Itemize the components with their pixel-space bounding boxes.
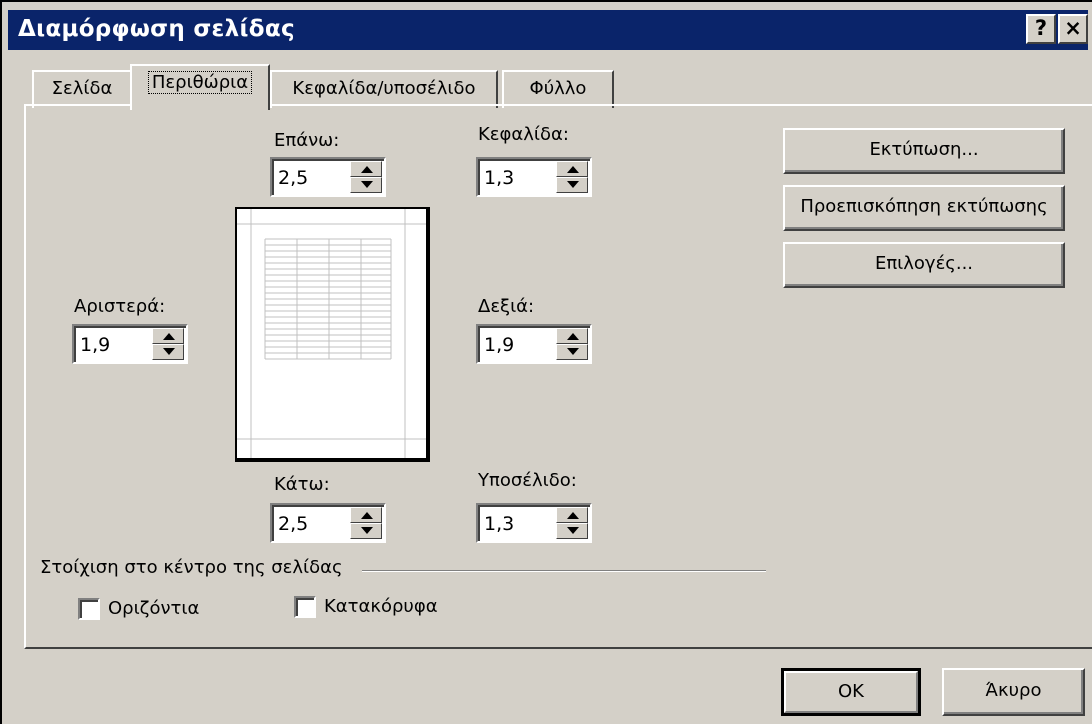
bottom-margin-value: 2,5 [278,513,309,535]
vertical-checkbox[interactable] [294,596,316,618]
page-preview [235,207,430,462]
footer-margin-label: Υποσέλιδο: [478,470,577,491]
tab-header-footer[interactable]: Κεφαλίδα/υποσέλιδο [270,70,498,108]
options-button[interactable]: Επιλογές... [783,242,1065,288]
page-setup-dialog: Διαμόρφωση σελίδας ? × Σελίδα Περιθώρια … [0,0,1092,724]
spin-down-icon[interactable] [350,523,382,539]
title-bar: Διαμόρφωση σελίδας ? × [8,10,1088,50]
tab-header-footer-label: Κεφαλίδα/υποσέλιδο [292,78,476,99]
header-margin-label: Κεφαλίδα: [478,124,569,145]
spin-up-icon[interactable] [152,328,184,344]
spin-up-icon[interactable] [556,507,588,523]
tab-margins-label: Περιθώρια [147,71,253,94]
header-margin-spinner[interactable]: 1,3 [476,157,592,197]
left-margin-spinner[interactable]: 1,9 [72,324,188,364]
footer-margin-spinner[interactable]: 1,3 [476,503,592,543]
help-button[interactable]: ? [1026,14,1056,44]
spin-down-icon[interactable] [556,177,588,193]
spin-down-icon[interactable] [556,523,588,539]
spin-down-icon[interactable] [350,177,382,193]
center-on-page-label: Στοίχιση στο κέντρο της σελίδας [40,557,343,578]
top-margin-spinner[interactable]: 2,5 [270,157,386,197]
print-preview-button[interactable]: Προεπισκόπηση εκτύπωσης [783,185,1065,231]
tab-margins[interactable]: Περιθώρια [130,64,270,110]
page-preview-graphic [237,209,426,458]
footer-margin-value: 1,3 [484,513,515,535]
center-group-divider [362,570,766,572]
left-margin-value: 1,9 [80,334,111,356]
vertical-label[interactable]: Κατακόρυφα [324,596,438,617]
header-margin-value: 1,3 [484,167,515,189]
right-margin-value: 1,9 [484,334,515,356]
right-margin-label: Δεξιά: [478,296,535,317]
left-margin-label: Αριστερά: [74,296,166,317]
spin-up-icon[interactable] [350,507,382,523]
tab-page[interactable]: Σελίδα [32,70,132,108]
top-margin-value: 2,5 [278,167,309,189]
bottom-margin-label: Κάτω: [274,474,330,495]
spin-down-icon[interactable] [152,344,184,360]
tab-page-label: Σελίδα [51,78,113,99]
bottom-margin-spinner[interactable]: 2,5 [270,503,386,543]
ok-button[interactable]: OK [781,668,921,716]
tab-sheet-label: Φύλλο [529,78,587,99]
close-button[interactable]: × [1058,14,1088,44]
horizontal-checkbox[interactable] [78,598,100,620]
right-margin-spinner[interactable]: 1,9 [476,324,592,364]
print-button[interactable]: Εκτύπωση... [783,128,1065,174]
spin-up-icon[interactable] [556,161,588,177]
spin-down-icon[interactable] [556,344,588,360]
horizontal-label[interactable]: Οριζόντια [108,598,199,619]
spin-up-icon[interactable] [556,328,588,344]
tab-sheet[interactable]: Φύλλο [502,70,614,108]
window-title: Διαμόρφωση σελίδας [18,16,295,42]
cancel-button[interactable]: Άκυρο [942,668,1085,716]
spin-up-icon[interactable] [350,161,382,177]
top-margin-label: Επάνω: [274,130,340,151]
